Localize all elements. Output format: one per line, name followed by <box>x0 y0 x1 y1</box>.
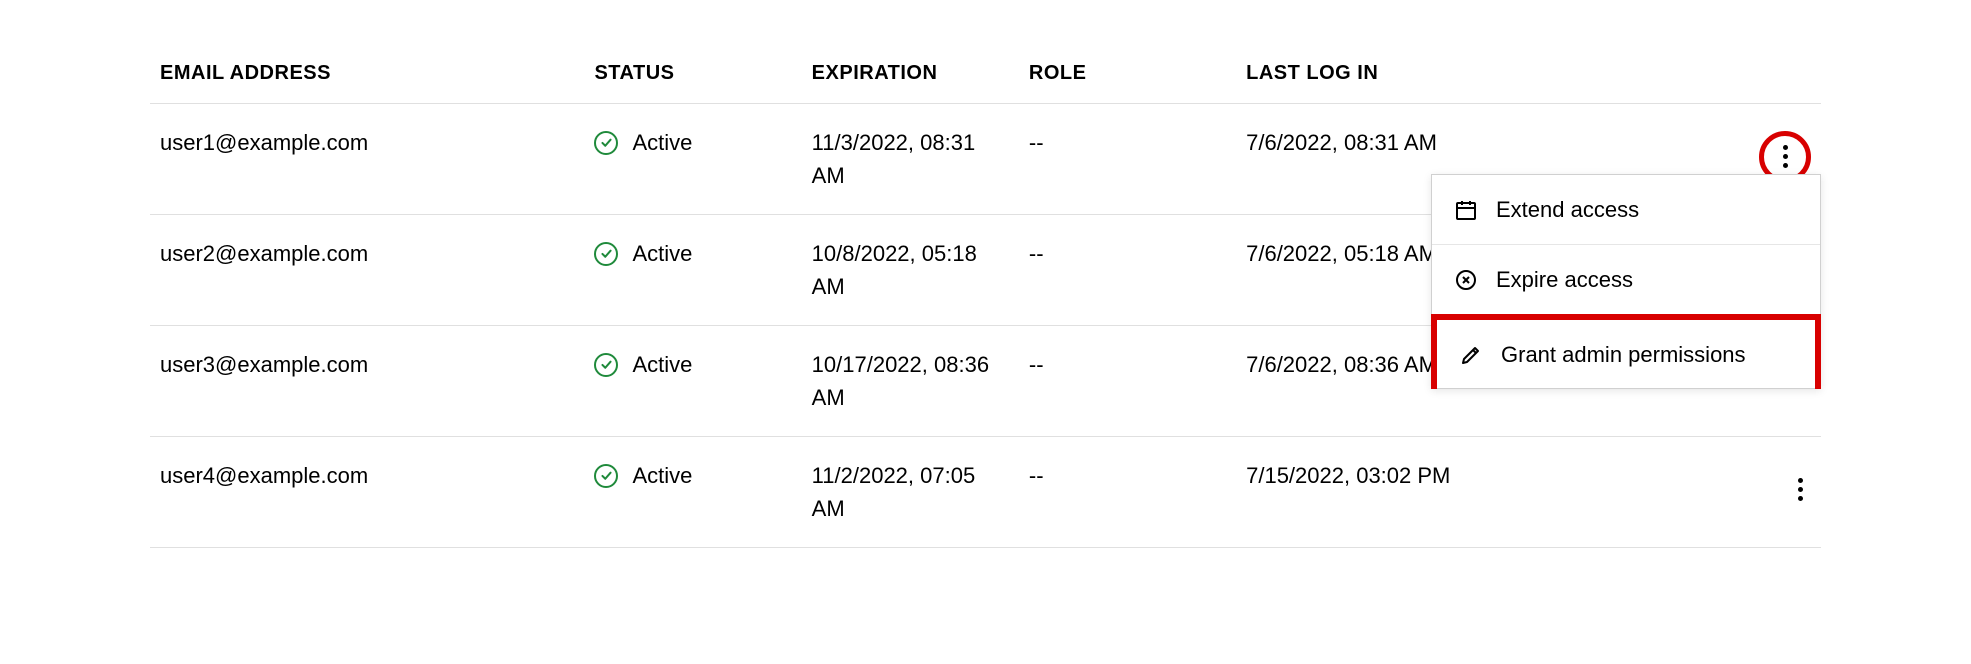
menu-item-extend-access[interactable]: Extend access <box>1432 175 1820 245</box>
cell-email: user1@example.com <box>150 104 584 215</box>
cell-email: user2@example.com <box>150 215 584 326</box>
menu-item-label: Grant admin permissions <box>1501 338 1746 371</box>
kebab-icon <box>1783 145 1788 168</box>
cell-expiration: 10/8/2022, 05:18 AM <box>802 215 1019 326</box>
cell-role: -- <box>1019 104 1236 215</box>
menu-item-grant-admin[interactable]: Grant admin permissions <box>1431 314 1821 389</box>
row-actions-button[interactable] <box>1790 470 1811 509</box>
check-circle-icon <box>594 242 618 266</box>
check-circle-icon <box>594 353 618 377</box>
menu-item-expire-access[interactable]: Expire access <box>1432 245 1820 315</box>
table-row: user4@example.com Active 11/2/2022, 07:0… <box>150 437 1821 548</box>
cell-role: -- <box>1019 326 1236 437</box>
column-header-email: EMAIL ADDRESS <box>150 50 584 104</box>
cell-expiration: 11/2/2022, 07:05 AM <box>802 437 1019 548</box>
users-table: EMAIL ADDRESS STATUS EXPIRATION ROLE LAS… <box>150 50 1821 548</box>
status-text: Active <box>632 348 692 381</box>
status-text: Active <box>632 459 692 492</box>
row-actions-button[interactable] <box>1775 137 1796 176</box>
check-circle-icon <box>594 131 618 155</box>
column-header-actions <box>1737 50 1821 104</box>
cell-status: Active <box>584 326 801 437</box>
cell-email: user3@example.com <box>150 326 584 437</box>
cell-actions: Extend access Expire access Grant admin … <box>1737 104 1821 215</box>
cell-role: -- <box>1019 215 1236 326</box>
status-text: Active <box>632 126 692 159</box>
cell-lastlogin: 7/15/2022, 03:02 PM <box>1236 437 1737 548</box>
pencil-icon <box>1459 343 1483 367</box>
status-text: Active <box>632 237 692 270</box>
column-header-role: ROLE <box>1019 50 1236 104</box>
table-header-row: EMAIL ADDRESS STATUS EXPIRATION ROLE LAS… <box>150 50 1821 104</box>
cell-actions <box>1737 437 1821 548</box>
cell-status: Active <box>584 215 801 326</box>
kebab-icon <box>1798 478 1803 501</box>
cell-role: -- <box>1019 437 1236 548</box>
cell-email: user4@example.com <box>150 437 584 548</box>
column-header-expiration: EXPIRATION <box>802 50 1019 104</box>
x-circle-icon <box>1454 268 1478 292</box>
cell-status: Active <box>584 104 801 215</box>
cell-expiration: 10/17/2022, 08:36 AM <box>802 326 1019 437</box>
menu-item-label: Extend access <box>1496 193 1639 226</box>
column-header-status: STATUS <box>584 50 801 104</box>
cell-status: Active <box>584 437 801 548</box>
calendar-icon <box>1454 198 1478 222</box>
cell-expiration: 11/3/2022, 08:31 AM <box>802 104 1019 215</box>
row-actions-menu: Extend access Expire access Grant admin … <box>1431 174 1821 389</box>
check-circle-icon <box>594 464 618 488</box>
users-table-container: EMAIL ADDRESS STATUS EXPIRATION ROLE LAS… <box>150 50 1821 548</box>
menu-item-label: Expire access <box>1496 263 1633 296</box>
table-row: user1@example.com Active 11/3/2022, 08:3… <box>150 104 1821 215</box>
column-header-lastlogin: LAST LOG IN <box>1236 50 1737 104</box>
